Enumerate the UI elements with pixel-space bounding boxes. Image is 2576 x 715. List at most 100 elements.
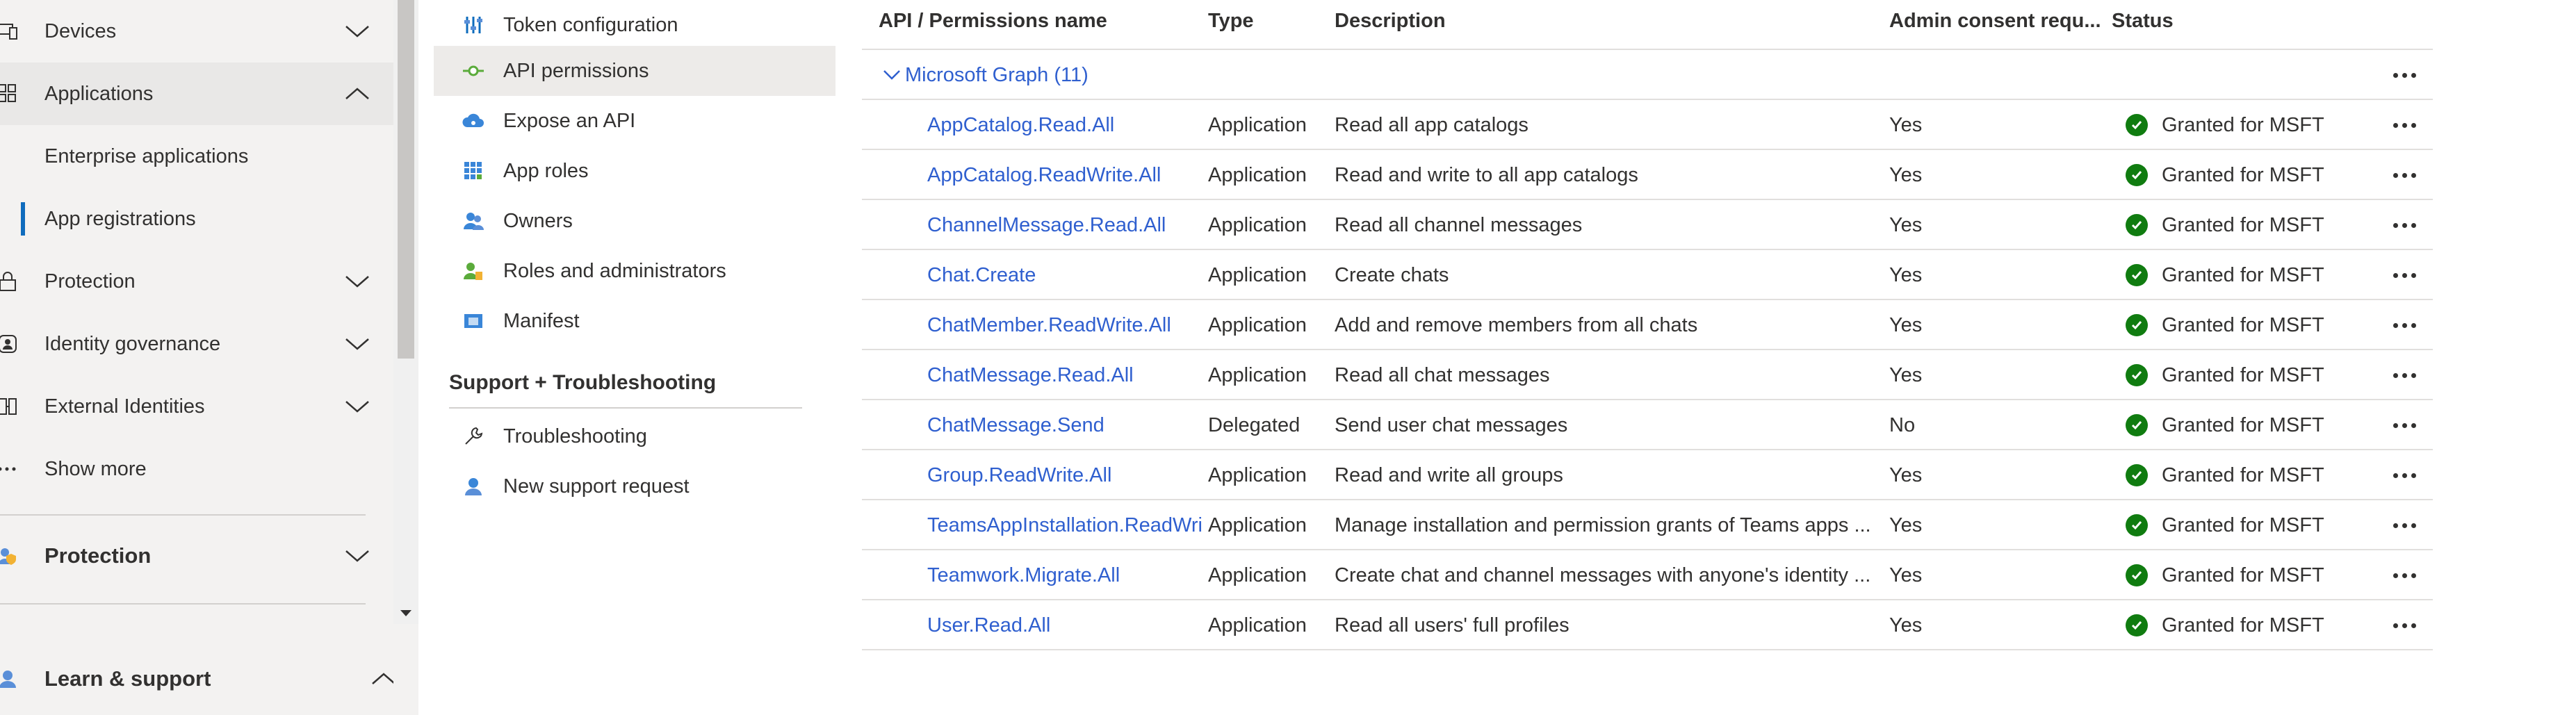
chevron-down-icon[interactable] xyxy=(342,397,373,416)
menu-item-token-configuration[interactable]: Token configuration xyxy=(434,0,835,50)
table-row[interactable]: ChatMessage.Send Delegated Send user chat … xyxy=(862,400,2433,450)
nav-label: Learn & support xyxy=(44,666,211,691)
permission-name-link[interactable]: ChatMember.ReadWrite.All xyxy=(927,300,1203,350)
ellipsis-icon xyxy=(0,459,18,479)
menu-item-troubleshooting[interactable]: Troubleshooting xyxy=(434,411,835,461)
nav-item-show-more[interactable]: Show more xyxy=(0,438,393,500)
permission-type: Application xyxy=(1208,313,1307,336)
permission-type: Application xyxy=(1208,263,1307,286)
menu-item-api-permissions[interactable]: API permissions xyxy=(434,46,835,96)
chevron-up-icon[interactable] xyxy=(342,85,373,103)
permission-description: Read and write all groups xyxy=(1335,463,1563,486)
scroll-down-arrow-icon[interactable] xyxy=(396,603,416,623)
more-actions-button[interactable] xyxy=(2393,400,2416,450)
status-cell: Granted for MSFT xyxy=(2126,550,2376,600)
more-actions-button[interactable] xyxy=(2393,500,2416,550)
status-cell: Granted for MSFT xyxy=(2126,100,2376,150)
status-text: Granted for MSFT xyxy=(2162,564,2324,586)
nav-item-app-registrations[interactable]: App registrations xyxy=(0,188,393,250)
menu-item-new-support-request[interactable]: New support request xyxy=(434,461,835,511)
chevron-down-icon[interactable] xyxy=(342,335,373,353)
wrench-icon xyxy=(462,425,485,448)
lock-icon xyxy=(0,271,18,292)
more-actions-button[interactable] xyxy=(2393,550,2416,600)
learn-support-icon xyxy=(0,668,18,689)
more-actions-button[interactable] xyxy=(2393,200,2416,250)
chevron-down-icon[interactable] xyxy=(342,272,373,290)
chevron-down-icon[interactable] xyxy=(883,69,901,81)
menu-item-app-roles[interactable]: App roles xyxy=(434,146,835,196)
group-row[interactable]: Microsoft Graph (11) xyxy=(862,50,2433,100)
permission-name-link[interactable]: AppCatalog.Read.All xyxy=(927,100,1203,150)
permission-name-link[interactable]: AppCatalog.ReadWrite.All xyxy=(927,150,1203,200)
table-row[interactable]: AppCatalog.Read.All Application Read all a… xyxy=(862,100,2433,150)
nav-label: External Identities xyxy=(44,395,205,418)
menu-item-manifest[interactable]: Manifest xyxy=(434,296,835,346)
permission-name-link[interactable]: TeamsAppInstallation.ReadWrite xyxy=(927,500,1203,550)
more-actions-button[interactable] xyxy=(2393,50,2416,100)
permission-description: Create chats xyxy=(1335,263,1449,286)
table-row[interactable]: ChatMessage.Read.All Application Read all … xyxy=(862,350,2433,400)
nav-item-enterprise-applications[interactable]: Enterprise applications xyxy=(0,125,393,188)
column-header-type[interactable]: Type xyxy=(1208,10,1254,33)
admin-consent-required: Yes xyxy=(1889,363,1923,386)
menu-item-roles-administrators[interactable]: Roles and administrators xyxy=(434,246,835,296)
nav-section-protection[interactable]: Protection xyxy=(0,525,393,587)
nav-item-applications[interactable]: Applications xyxy=(0,63,393,125)
table-row[interactable]: Teamwork.Migrate.All Application Create ch… xyxy=(862,550,2433,600)
nav-scrollbar[interactable] xyxy=(393,0,418,715)
nav-item-protection[interactable]: Protection xyxy=(0,250,393,313)
column-header-description[interactable]: Description xyxy=(1335,10,1446,33)
checkmark-circle-icon xyxy=(2126,264,2148,286)
admin-consent-required: Yes xyxy=(1889,614,1923,636)
menu-item-owners[interactable]: Owners xyxy=(434,196,835,246)
more-actions-button[interactable] xyxy=(2393,300,2416,350)
nav-item-identity-governance[interactable]: Identity governance xyxy=(0,313,393,375)
table-row[interactable]: ChatMember.ReadWrite.All Application Add a… xyxy=(862,300,2433,350)
more-actions-button[interactable] xyxy=(2393,150,2416,200)
more-actions-button[interactable] xyxy=(2393,350,2416,400)
group-name[interactable]: Microsoft Graph (11) xyxy=(905,64,1089,87)
chevron-down-icon[interactable] xyxy=(342,22,373,40)
table-row[interactable]: User.Read.All Application Read all users' … xyxy=(862,600,2433,650)
column-header-name[interactable]: API / Permissions name xyxy=(879,10,1107,33)
menu-item-label: Token configuration xyxy=(503,13,678,36)
permission-name-link[interactable]: Teamwork.Migrate.All xyxy=(927,550,1203,600)
permission-name-link[interactable]: ChannelMessage.Read.All xyxy=(927,200,1203,250)
chevron-down-icon[interactable] xyxy=(342,547,373,565)
table-row[interactable]: AppCatalog.ReadWrite.All Application Read … xyxy=(862,150,2433,200)
table-row[interactable]: TeamsAppInstallation.ReadWrite Applicatio… xyxy=(862,500,2433,550)
permission-name-link[interactable]: Chat.Create xyxy=(927,250,1203,300)
permission-name-link[interactable]: Group.ReadWrite.All xyxy=(927,450,1203,500)
status-cell: Granted for MSFT xyxy=(2126,300,2376,350)
table-row[interactable]: ChannelMessage.Read.All Application Read a… xyxy=(862,200,2433,250)
table-row[interactable]: Group.ReadWrite.All Application Read and w… xyxy=(862,450,2433,500)
column-header-admin-consent[interactable]: Admin consent requ... xyxy=(1889,10,2101,33)
status-text: Granted for MSFT xyxy=(2162,313,2324,336)
menu-item-expose-api[interactable]: Expose an API xyxy=(434,96,835,146)
more-actions-button[interactable] xyxy=(2393,450,2416,500)
table-row[interactable]: Chat.Create Application Create chats Yes Gra… xyxy=(862,250,2433,300)
admin-consent-required: Yes xyxy=(1889,313,1923,336)
column-header-status[interactable]: Status xyxy=(2112,10,2174,33)
permission-name-link[interactable]: ChatMessage.Send xyxy=(927,400,1203,450)
permission-description: Add and remove members from all chats xyxy=(1335,313,1698,336)
permission-type: Application xyxy=(1208,163,1307,186)
admin-consent-required: Yes xyxy=(1889,564,1923,586)
checkmark-circle-icon xyxy=(2126,164,2148,186)
more-actions-button[interactable] xyxy=(2393,100,2416,150)
admin-consent-required: Yes xyxy=(1889,213,1923,236)
nav-item-devices[interactable]: Devices xyxy=(0,0,393,63)
group-toggle[interactable]: Microsoft Graph (11) xyxy=(883,50,1089,100)
scrollbar-thumb[interactable] xyxy=(398,0,414,359)
nav-item-external-identities[interactable]: External Identities xyxy=(0,375,393,438)
permission-name-link[interactable]: ChatMessage.Read.All xyxy=(927,350,1203,400)
status-cell: Granted for MSFT xyxy=(2126,350,2376,400)
status-text: Granted for MSFT xyxy=(2162,163,2324,186)
more-actions-button[interactable] xyxy=(2393,250,2416,300)
checkmark-circle-icon xyxy=(2126,414,2148,436)
manifest-icon xyxy=(462,309,485,333)
nav-section-learn-support[interactable]: Learn & support xyxy=(0,648,418,710)
permission-name-link[interactable]: User.Read.All xyxy=(927,600,1203,650)
more-actions-button[interactable] xyxy=(2393,600,2416,650)
